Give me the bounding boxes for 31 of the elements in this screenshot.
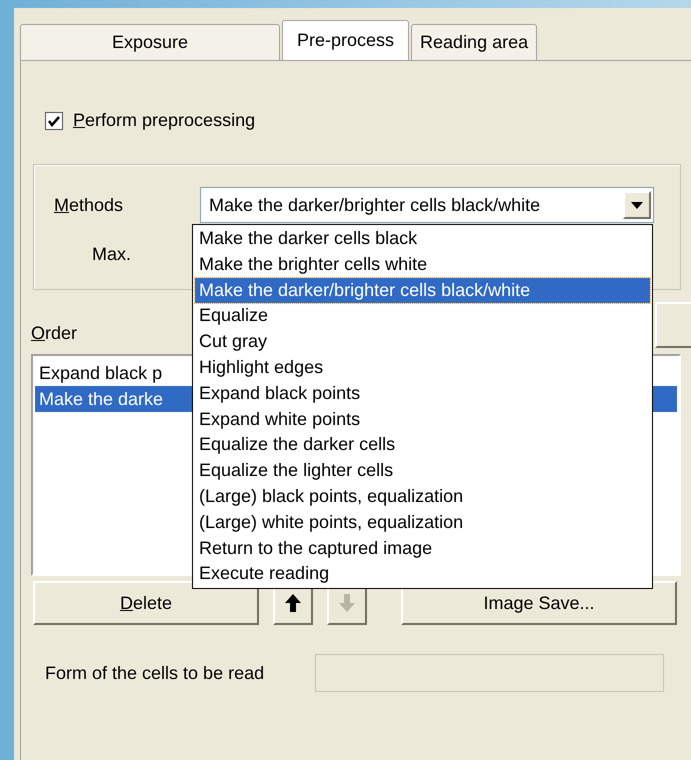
dropdown-option[interactable]: (Large) black points, equalization [195, 484, 650, 510]
dropdown-option[interactable]: Make the darker/brighter cells black/white [195, 278, 650, 304]
partial-button[interactable] [655, 302, 691, 348]
tab[interactable]: Pre-process [282, 20, 410, 60]
down-arrow-icon [337, 593, 357, 613]
dropdown-option[interactable]: Cut gray [195, 329, 650, 355]
tab[interactable]: Reading area [411, 24, 538, 60]
dropdown-option[interactable]: Equalize [195, 303, 650, 330]
methods-label: Methods [54, 194, 124, 216]
dropdown-option[interactable]: (Large) white points, equalization [195, 510, 650, 536]
checkbox-label: Perform preprocessing [73, 109, 256, 132]
dropdown-option[interactable]: Expand white points [195, 406, 650, 432]
methods-dropdown[interactable]: Make the darker/brighter cells black/white [200, 187, 654, 223]
checkmark-icon [47, 114, 61, 128]
dropdown-option[interactable]: Expand black points [195, 380, 650, 407]
dropdown-option[interactable]: Return to the captured image [195, 536, 650, 562]
dropdown-option[interactable]: Equalize the darker cells [195, 432, 650, 458]
up-arrow-icon [283, 593, 303, 613]
tab[interactable]: Exposure [20, 24, 280, 60]
order-label: Order [31, 322, 78, 344]
form-label: Form of the cells to be read [45, 662, 266, 684]
max-label: Max. [92, 243, 132, 266]
dropdown-arrow-icon [631, 202, 643, 208]
delete-button[interactable]: Delete [33, 581, 259, 625]
form-field[interactable] [315, 654, 664, 692]
checkbox[interactable] [45, 112, 63, 130]
dropdown-option[interactable]: Equalize the lighter cells [195, 458, 650, 484]
dropdown-list[interactable] [192, 224, 653, 590]
dropdown-option[interactable]: Make the darker cells black [195, 226, 650, 252]
dropdown-option[interactable]: Make the brighter cells white [195, 252, 650, 278]
dropdown-option[interactable]: Highlight edges [195, 354, 650, 381]
